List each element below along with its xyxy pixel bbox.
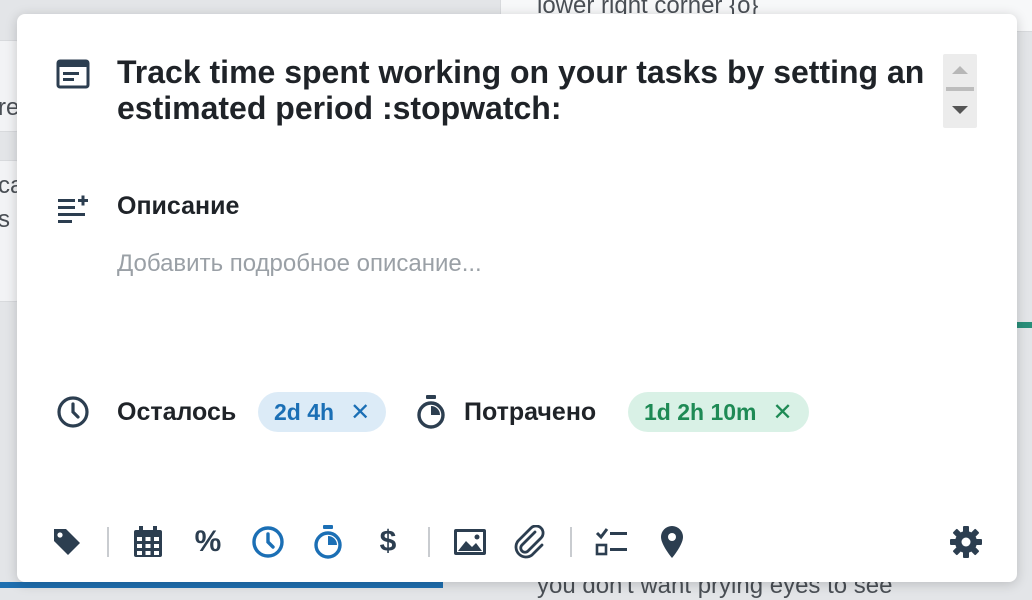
spent-label: Потрачено — [464, 398, 597, 426]
percent-symbol: % — [194, 525, 222, 558]
remove-spent-icon[interactable]: ✕ — [773, 398, 793, 427]
toolbar-separator — [428, 527, 430, 557]
time-tracking-row: Осталось 2d 4h ✕ Потрачено 1d 2h 10m ✕ — [17, 392, 1017, 432]
scroll-thumb[interactable] — [946, 87, 974, 91]
spent-time-chip[interactable]: 1d 2h 10m ✕ — [628, 392, 809, 432]
background-fragment-c: s — [0, 206, 10, 233]
image-icon[interactable] — [452, 524, 488, 560]
remaining-time-value: 2d 4h — [274, 398, 335, 425]
clock-icon — [55, 394, 91, 430]
dollar-icon[interactable]: $ — [370, 524, 406, 560]
description-label: Описание — [117, 192, 240, 220]
remove-remaining-icon[interactable]: ✕ — [350, 398, 370, 427]
settings-gear-icon[interactable] — [948, 524, 984, 560]
location-pin-icon[interactable] — [654, 524, 690, 560]
remaining-time-chip[interactable]: 2d 4h ✕ — [258, 392, 387, 432]
toolbar-separator — [570, 527, 572, 557]
toolbar-separator — [107, 527, 109, 557]
card-title-icon — [55, 56, 91, 92]
task-detail-modal: Track time spent working on your tasks b… — [17, 14, 1017, 582]
tag-icon[interactable] — [49, 524, 85, 560]
clock-toolbar-icon[interactable] — [250, 524, 286, 560]
title-scrollbar[interactable] — [943, 54, 977, 128]
stopwatch-icon — [413, 394, 449, 430]
stopwatch-toolbar-icon[interactable] — [310, 524, 346, 560]
background-accent-bar-bottom — [0, 582, 443, 588]
attachment-icon[interactable] — [512, 524, 548, 560]
scroll-up-arrow-icon[interactable] — [952, 66, 968, 74]
dollar-symbol: $ — [379, 525, 397, 558]
spent-time-value: 1d 2h 10m — [644, 398, 757, 425]
description-add-icon — [55, 190, 91, 226]
task-title[interactable]: Track time spent working on your tasks b… — [117, 54, 947, 126]
calendar-icon[interactable] — [130, 524, 166, 560]
remaining-label: Осталось — [117, 398, 237, 426]
scroll-down-arrow-icon[interactable] — [952, 106, 968, 114]
card-toolbar: % $ — [17, 522, 1017, 562]
description-input[interactable]: Добавить подробное описание... — [117, 250, 482, 278]
percent-icon[interactable]: % — [190, 524, 226, 560]
checklist-icon[interactable] — [594, 524, 630, 560]
